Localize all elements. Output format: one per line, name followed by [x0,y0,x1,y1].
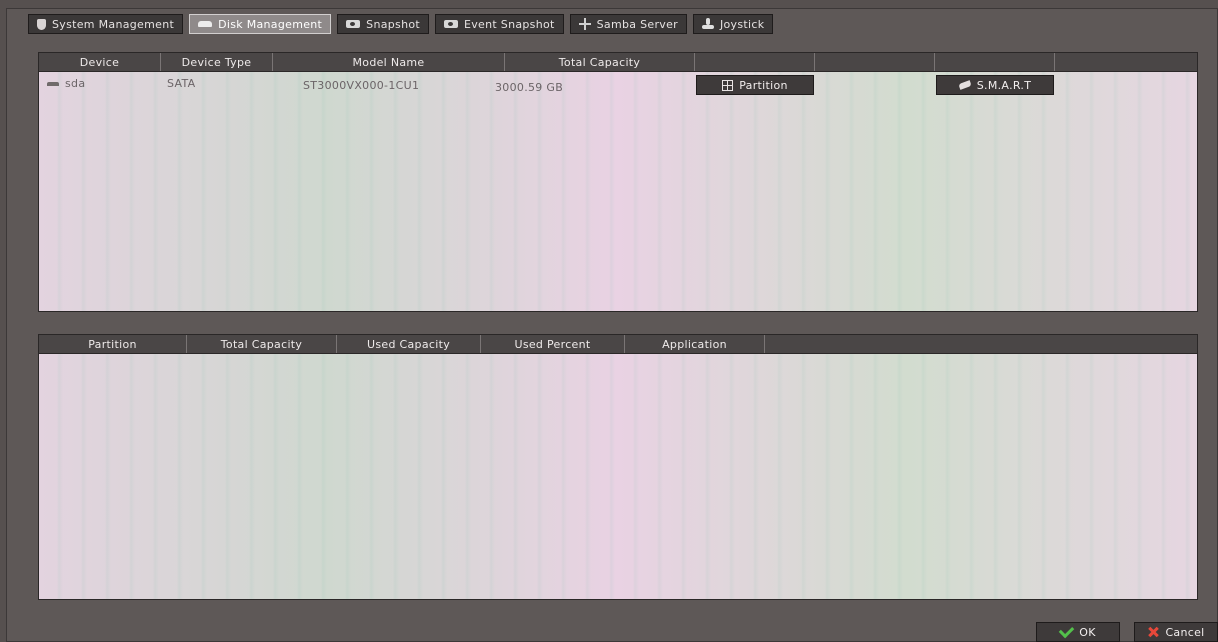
tab-label: System Management [52,17,175,31]
tab-label: Disk Management [218,17,323,31]
column-header-used-capacity: Used Capacity [337,335,481,353]
camera-icon [444,20,458,28]
tab-label: Joystick [719,17,765,31]
total-capacity-cell: 3000.59 GB [495,81,564,94]
tab-samba-server[interactable]: Samba Server [569,14,687,34]
disk-icon [47,82,59,86]
tab-label: Event Snapshot [464,17,555,31]
check-icon [1058,622,1075,639]
partition-button-label: Partition [739,78,788,92]
column-header-model-name: Model Name [273,53,505,71]
column-header-blank [815,53,935,71]
model-name-cell: ST3000VX000-1CU1 [303,79,420,92]
joystick-icon [701,18,714,30]
column-header-partition [695,53,815,71]
column-header-application: Application [625,335,765,353]
tab-label: Samba Server [596,17,678,31]
partition-table: Partition Total Capacity Used Capacity U… [38,334,1198,600]
tab-snapshot[interactable]: Snapshot [337,14,429,34]
smart-button[interactable]: S.M.A.R.T [936,75,1054,95]
column-header-device-type: Device Type [161,53,273,71]
smart-button-label: S.M.A.R.T [976,78,1032,92]
camera-icon [346,20,361,28]
column-header-smart [935,53,1055,71]
tab-label: Snapshot [366,17,420,31]
cancel-label: Cancel [1165,625,1205,639]
close-icon [1147,626,1159,638]
disk-table-header: Device Device Type Model Name Total Capa… [39,53,1197,72]
column-header-total-capacity: Total Capacity [505,53,695,71]
tab-disk-management[interactable]: Disk Management [189,14,332,34]
tab-joystick[interactable]: Joystick [692,14,774,34]
network-icon [578,18,591,30]
device-type-cell: SATA [167,77,196,90]
partition-table-header: Partition Total Capacity Used Capacity U… [39,335,1197,354]
ok-button[interactable]: OK [1036,622,1120,642]
column-header-total-capacity: Total Capacity [187,335,337,353]
partition-button[interactable]: Partition [696,75,814,95]
tab-event-snapshot[interactable]: Event Snapshot [435,14,564,34]
shield-icon [37,18,46,30]
tab-bar: System Management Disk Management Snapsh… [28,14,774,34]
smart-icon [958,80,972,90]
device-cell: sda [47,77,85,90]
cancel-button[interactable]: Cancel [1134,622,1218,642]
ok-label: OK [1079,625,1096,639]
partition-icon [722,79,734,91]
device-name: sda [65,77,86,90]
disk-icon [198,21,213,27]
column-header-used-percent: Used Percent [481,335,625,353]
tab-system-management[interactable]: System Management [28,14,184,34]
column-header-partition: Partition [39,335,187,353]
disk-table: Device Device Type Model Name Total Capa… [38,52,1198,312]
column-header-device: Device [39,53,161,71]
